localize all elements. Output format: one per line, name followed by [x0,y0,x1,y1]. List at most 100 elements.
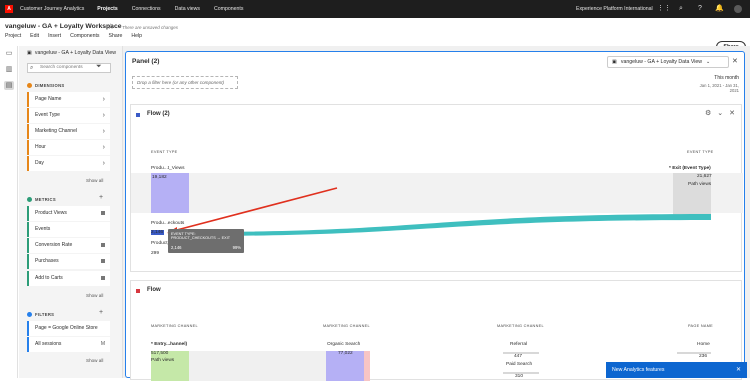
trash-icon [101,276,105,280]
exit-sub: Path views [688,182,712,187]
data-view-name: vangeluw - GA + Loyalty Data View [34,50,116,56]
search-icon[interactable]: ⌕ [677,5,685,13]
organic-value: 77,022 [338,351,353,356]
unsaved-changes-text: There are unsaved changes [122,25,179,30]
tooltip-row: 2,146 99% [171,245,241,250]
panel-title[interactable]: Panel (2) [132,58,159,65]
date-range-value: Jan 1, 2021 - Jan 31, 2021 [699,83,739,93]
component-filter-all-sessions[interactable]: All sessions M [27,337,110,352]
component-hour[interactable]: Hour › [27,140,110,155]
paid-label[interactable]: Paid Search [506,362,532,367]
menu-help[interactable]: Help [131,33,142,39]
chevron-right-icon: › [102,160,105,167]
nav-components[interactable]: Components [214,6,243,12]
data-view-icon: ▣ [612,59,617,65]
home-label[interactable]: Home [697,342,710,347]
menu-insert[interactable]: Insert [48,33,61,39]
node-2-label[interactable]: Produ...eckouts [151,221,184,226]
flow-tooltip: EVENT TYPE: PRODUCT_CHECKOUTS → EXIT 2,1… [168,229,244,253]
node-2-value: 2,146 [151,230,164,235]
date-range-label: This month [714,75,739,81]
app-name[interactable]: Customer Journey Analytics [20,6,84,12]
project-title[interactable]: vangeluw - GA + Loyalty Workspace [5,23,122,30]
chevron-right-icon: › [102,112,105,119]
home-value: 236 [699,354,708,359]
workspace-canvas: Panel (2) ▣ vangeluw - GA + Loyalty Data… [123,46,750,381]
panel-close-icon[interactable]: ✕ [732,57,738,65]
dimensions-header[interactable]: DIMENSIONS [27,83,65,88]
filter-dot-icon [27,312,32,317]
adobe-logo-icon[interactable]: A [5,5,13,13]
avatar[interactable] [734,5,742,13]
chevron-right-icon: › [102,96,105,103]
components-panel: ▣ vangeluw - GA + Loyalty Data View ⌕ Se… [19,46,123,378]
show-all-dimensions-link[interactable]: Show all [86,178,103,183]
component-filter-google-online-store[interactable]: Page = Google Online Store [27,321,110,336]
component-conversion-rate[interactable]: Conversion Rate [27,238,110,253]
tooltip-value: 2,146 [171,245,182,250]
component-events[interactable]: Events [27,222,110,237]
show-all-metrics-link[interactable]: Show all [86,293,103,298]
left-rail: ▭ ▥ ▤ [0,46,18,378]
new-features-toast[interactable]: New Analytics features ✕ [606,362,747,378]
nav-projects[interactable]: Projects [97,6,117,12]
filter-drop-zone[interactable]: Drop a filter here (or any other compone… [132,76,238,89]
node-exit [673,173,711,218]
apps-grid-icon[interactable]: ⋮⋮ [657,5,671,13]
nav-connections[interactable]: Connections [132,6,161,12]
organic-label[interactable]: Organic Search [327,342,360,347]
chevron-right-icon: › [102,144,105,151]
menu-share[interactable]: Share [109,33,123,39]
add-metric-icon[interactable]: + [99,194,103,201]
data-view-selector[interactable]: ▣ vangeluw - GA + Loyalty Data View [27,50,116,56]
component-event-type[interactable]: Event Type › [27,108,110,123]
entry-value: 517,500 [151,351,169,356]
favorite-star-icon[interactable]: ☆ [107,22,114,31]
toast-close-icon[interactable]: ✕ [736,362,741,378]
component-add-to-carts[interactable]: Add to Carts [27,271,110,286]
component-purchases[interactable]: Purchases [27,254,110,269]
org-switcher[interactable]: Experience Platform International [576,6,653,12]
project-menu: Project Edit Insert Components Share Hel… [5,33,142,39]
sessions-icon: M [100,341,105,347]
entry-label[interactable]: * Entry...hannel) [151,342,187,347]
metrics-header[interactable]: METRICS [27,197,56,202]
component-marketing-channel[interactable]: Marketing Channel › [27,124,110,139]
data-view-icon: ▣ [27,50,32,56]
flow-link-entry-organic [189,351,326,381]
chevron-right-icon: › [102,128,105,135]
component-day[interactable]: Day › [27,156,110,171]
menu-edit[interactable]: Edit [30,33,39,39]
component-product-views[interactable]: Product Views [27,206,110,221]
referral-label[interactable]: Referral [510,342,527,347]
panel-data-view-select[interactable]: ▣ vangeluw - GA + Loyalty Data View ⌄ [607,56,729,68]
search-icon: ⌕ [30,65,34,71]
date-range-picker[interactable]: This month Jan 1, 2021 - Jan 31, 2021 [692,75,739,93]
trash-icon [101,211,105,215]
filters-header[interactable]: FILTERS [27,312,54,317]
show-all-filters-link[interactable]: Show all [86,358,103,363]
menu-project[interactable]: Project [5,33,21,39]
panels-icon[interactable]: ▭ [4,49,14,58]
filter-icon[interactable]: ⏷ [96,63,102,71]
exit-value: 21,627 [697,174,712,179]
visualizations-icon[interactable]: ▥ [4,65,14,74]
dimension-dot-icon [27,83,32,88]
tooltip-pct: 99% [232,245,241,250]
node-3-value: 299 [151,251,160,256]
row-band [131,173,743,213]
nav-data-views[interactable]: Data views [175,6,200,12]
tooltip-title: EVENT TYPE: PRODUCT_CHECKOUTS → EXIT [171,232,231,240]
freeform-panel: Panel (2) ▣ vangeluw - GA + Loyalty Data… [125,51,745,381]
menu-components[interactable]: Components [70,33,99,39]
node-1-value: 19,182 [152,175,167,180]
notifications-icon[interactable]: 🔔 [715,5,724,13]
components-icon[interactable]: ▤ [4,81,14,90]
component-page-name[interactable]: Page Name › [27,92,110,107]
help-icon[interactable]: ? [696,5,704,13]
toast-label: New Analytics features [612,367,665,373]
top-navigation-bar: A Customer Journey Analytics Projects Co… [0,0,750,18]
exit-label[interactable]: * Exit (Event Type) [669,166,711,171]
node-1-label[interactable]: Produ...t_Views [151,166,185,171]
add-filter-icon[interactable]: + [99,309,103,316]
